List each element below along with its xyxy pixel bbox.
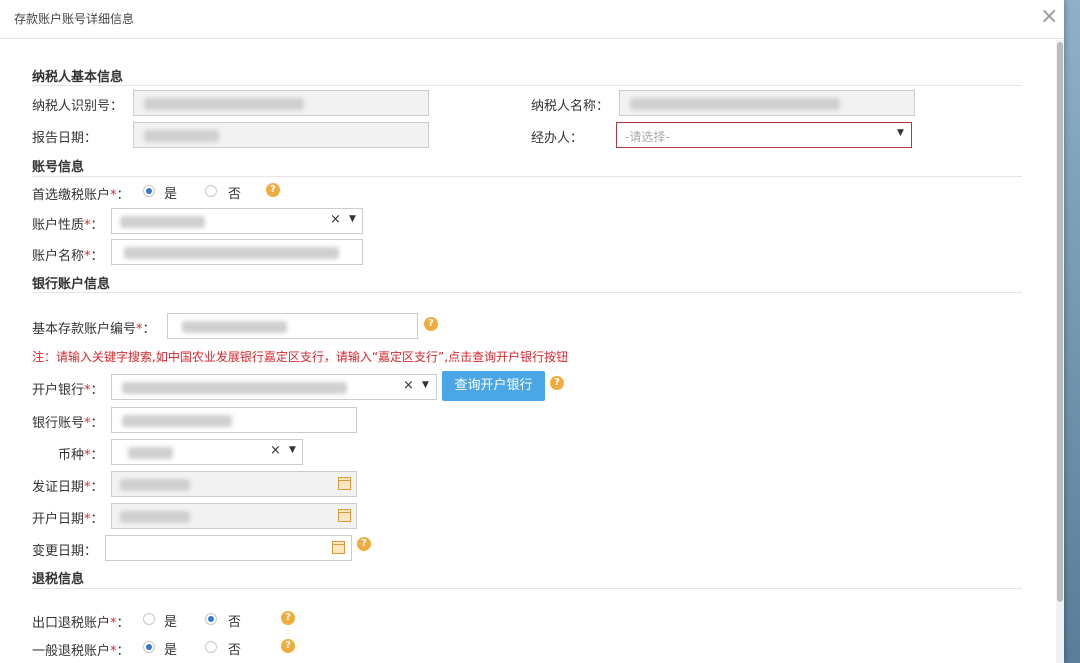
preferred-no-radio[interactable]	[205, 185, 217, 197]
calendar-icon[interactable]	[338, 477, 351, 490]
open-date-label: 开户日期*：	[32, 512, 104, 527]
general-refund-label: 一般退税账户*：	[32, 644, 130, 659]
report-date-field	[133, 122, 429, 148]
redacted-value	[122, 382, 347, 394]
bank-account-label: 银行账号*：	[32, 416, 104, 431]
account-name-input[interactable]	[111, 239, 363, 265]
preferred-yes-radio[interactable]	[143, 185, 155, 197]
help-icon[interactable]: ?	[357, 537, 371, 551]
currency-label: 币种*：	[58, 448, 104, 463]
clear-icon[interactable]: ×	[403, 378, 414, 393]
scrollbar[interactable]	[1056, 40, 1064, 663]
change-date-label: 变更日期：	[32, 544, 98, 559]
dialog-header: 存款账户账号详细信息 ×	[0, 0, 1064, 39]
redacted-value	[124, 247, 339, 259]
divider	[32, 85, 1022, 86]
basic-account-no-label: 基本存款账户编号*：	[32, 322, 156, 337]
help-icon[interactable]: ?	[550, 376, 564, 390]
calendar-icon[interactable]	[338, 509, 351, 522]
handler-select[interactable]: -请选择- ▼	[616, 122, 912, 148]
basic-account-no-input[interactable]	[167, 313, 418, 339]
scrollbar-thumb[interactable]	[1057, 42, 1063, 602]
export-yes-radio[interactable]	[143, 613, 155, 625]
general-no-label: 否	[228, 643, 242, 658]
chevron-down-icon[interactable]: ▼	[897, 128, 904, 138]
chevron-down-icon[interactable]: ▼	[422, 380, 429, 390]
preferred-yes-label: 是	[164, 187, 178, 202]
general-no-radio[interactable]	[205, 641, 217, 653]
divider	[32, 292, 1022, 293]
chevron-down-icon[interactable]: ▼	[289, 445, 296, 455]
calendar-icon[interactable]	[332, 541, 345, 554]
redacted-value	[122, 415, 232, 427]
redacted-value	[144, 130, 219, 142]
redacted-value	[120, 216, 205, 228]
bank-account-input[interactable]	[111, 407, 357, 433]
close-icon[interactable]: ×	[1040, 6, 1058, 28]
help-icon[interactable]: ?	[424, 317, 438, 331]
help-icon[interactable]: ?	[281, 639, 295, 653]
redacted-value	[128, 447, 173, 459]
open-date-input[interactable]	[111, 503, 357, 529]
chevron-down-icon[interactable]: ▼	[349, 214, 356, 224]
issue-date-input[interactable]	[111, 471, 357, 497]
account-nature-label: 账户性质*：	[32, 218, 104, 233]
taxpayer-id-field	[133, 90, 429, 116]
section-refund: 退税信息	[32, 572, 85, 587]
taxpayer-id-label: 纳税人识别号：	[32, 99, 124, 114]
account-name-label: 账户名称*：	[32, 249, 104, 264]
export-refund-label: 出口退税账户*：	[32, 616, 130, 631]
dialog-title: 存款账户账号详细信息	[14, 12, 135, 26]
divider	[32, 176, 1022, 177]
account-detail-dialog: 存款账户账号详细信息 × 纳税人基本信息 纳税人识别号： 纳税人名称： 报告日期…	[0, 0, 1064, 663]
query-bank-button[interactable]: 查询开户银行	[442, 371, 545, 401]
bank-search-note: 注：请输入关键字搜索,如中国农业发展银行嘉定区支行，请输入“嘉定区支行”,点击查…	[32, 350, 569, 364]
change-date-input[interactable]	[105, 535, 352, 561]
redacted-value	[182, 321, 287, 333]
report-date-label: 报告日期：	[32, 131, 98, 146]
taxpayer-name-field	[619, 90, 915, 116]
handler-label: 经办人：	[531, 131, 584, 146]
clear-icon[interactable]: ×	[330, 212, 341, 227]
redacted-value	[120, 511, 190, 523]
redacted-value	[120, 479, 190, 491]
account-nature-select[interactable]: × ▼	[111, 208, 363, 234]
open-bank-select[interactable]: × ▼	[111, 374, 437, 400]
section-bank: 银行账户信息	[32, 277, 111, 292]
export-no-radio[interactable]	[205, 613, 217, 625]
general-yes-label: 是	[164, 643, 178, 658]
section-taxpayer-basic: 纳税人基本信息	[32, 70, 124, 85]
preferred-account-label: 首选缴税账户*：	[32, 188, 130, 203]
taxpayer-name-label: 纳税人名称：	[531, 99, 610, 114]
help-icon[interactable]: ?	[266, 183, 280, 197]
export-yes-label: 是	[164, 615, 178, 630]
clear-icon[interactable]: ×	[270, 443, 281, 458]
help-icon[interactable]: ?	[281, 611, 295, 625]
handler-placeholder: -请选择-	[625, 130, 670, 144]
section-account: 账号信息	[32, 160, 85, 175]
preferred-no-label: 否	[228, 187, 242, 202]
currency-select[interactable]: × ▼	[111, 439, 303, 465]
general-yes-radio[interactable]	[143, 641, 155, 653]
issue-date-label: 发证日期*：	[32, 480, 104, 495]
redacted-value	[630, 98, 840, 110]
divider	[32, 588, 1022, 589]
redacted-value	[144, 98, 304, 110]
open-bank-label: 开户银行*：	[32, 383, 104, 398]
export-no-label: 否	[228, 615, 242, 630]
